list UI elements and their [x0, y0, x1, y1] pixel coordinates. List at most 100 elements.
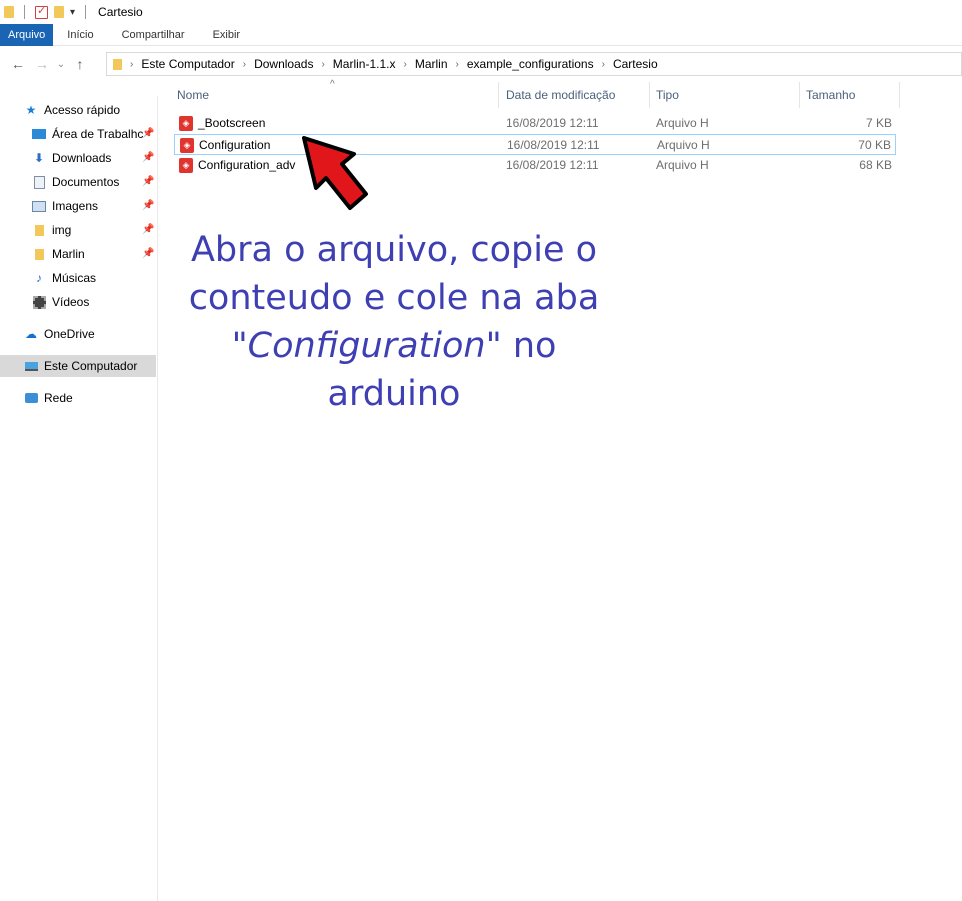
- tab-home[interactable]: Início: [53, 24, 107, 46]
- column-header-name[interactable]: Nome: [171, 82, 499, 108]
- window-title: Cartesio: [98, 5, 143, 19]
- file-name: Configuration: [199, 138, 271, 152]
- breadcrumb-cartesio[interactable]: Cartesio: [613, 57, 658, 71]
- sidebar-item-label: Vídeos: [52, 295, 90, 309]
- instruction-annotation: Abra o arquivo, copie o conteudo e cole …: [164, 226, 624, 418]
- sidebar-item-desktop[interactable]: Área de Trabalhc: [32, 123, 143, 145]
- music-icon: ♪: [36, 271, 42, 285]
- file-size: 7 KB: [865, 116, 892, 130]
- file-row[interactable]: ◈ Configuration 16/08/2019 12:11 Arquivo…: [174, 134, 896, 155]
- separator: [85, 5, 87, 19]
- header-file-icon: ◈: [180, 138, 194, 153]
- breadcrumb-marlin[interactable]: Marlin: [415, 57, 448, 71]
- sidebar-item-img[interactable]: img: [32, 219, 71, 241]
- file-row[interactable]: ◈ Configuration_adv 16/08/2019 12:11 Arq…: [174, 155, 896, 176]
- sidebar-item-label: Músicas: [52, 271, 97, 285]
- tab-share[interactable]: Compartilhar: [108, 24, 199, 46]
- breadcrumb-marlin-1-1-x[interactable]: Marlin-1.1.x: [333, 57, 396, 71]
- sidebar-item-label: Área de Trabalhc: [52, 127, 144, 141]
- pin-icon: 📌: [142, 224, 155, 235]
- sidebar-item-label: Rede: [44, 391, 73, 405]
- annotation-line-2: conteudo e cole na aba: [188, 278, 600, 318]
- sidebar-item-downloads[interactable]: ⬇ Downloads: [32, 147, 111, 169]
- file-date: 16/08/2019 12:11: [506, 158, 599, 172]
- pin-icon: 📌: [142, 176, 155, 187]
- annotation-tab-name: "Configuration": [231, 326, 502, 366]
- folder-icon: [32, 248, 46, 260]
- computer-icon: [24, 360, 38, 372]
- breadcrumb-este-computador[interactable]: Este Computador: [141, 57, 234, 71]
- tab-view[interactable]: Exibir: [199, 24, 255, 46]
- file-row[interactable]: ◈ _Bootscreen 16/08/2019 12:11 Arquivo H…: [174, 113, 896, 134]
- sidebar-item-quick-access[interactable]: ★ Acesso rápido: [24, 99, 120, 121]
- sidebar-item-label: OneDrive: [44, 327, 95, 341]
- file-type: Arquivo H: [656, 116, 709, 130]
- videos-icon: [32, 295, 46, 309]
- breadcrumb-separator-icon[interactable]: ›: [602, 59, 605, 70]
- back-arrow-icon[interactable]: ←: [6, 56, 30, 72]
- header-file-icon: ◈: [179, 116, 193, 131]
- folder-icon: [113, 58, 122, 70]
- breadcrumb-downloads[interactable]: Downloads: [254, 57, 313, 71]
- pin-icon: 📌: [142, 200, 155, 211]
- forward-arrow-icon[interactable]: →: [30, 56, 54, 72]
- header-file-icon: ◈: [179, 158, 193, 173]
- breadcrumb-separator-icon[interactable]: ›: [456, 59, 459, 70]
- file-type: Arquivo H: [656, 158, 709, 172]
- column-headers: ^ Nome Data de modificação Tipo Tamanho: [158, 79, 962, 108]
- sidebar-item-videos[interactable]: Vídeos: [32, 291, 89, 313]
- recent-locations-chevron-icon[interactable]: ⌄: [54, 59, 68, 70]
- sidebar-item-documents[interactable]: Documentos: [32, 171, 119, 193]
- cloud-icon: ☁: [25, 327, 37, 341]
- sidebar-item-this-pc[interactable]: Este Computador: [0, 355, 156, 377]
- column-header-size[interactable]: Tamanho: [800, 82, 900, 108]
- sidebar-item-label: Este Computador: [44, 359, 138, 373]
- annotation-line-3: "Configuration" no arduino: [164, 322, 624, 418]
- sidebar-item-music[interactable]: ♪ Músicas: [32, 267, 96, 289]
- file-size: 70 KB: [858, 138, 891, 152]
- sidebar-item-label: Downloads: [52, 151, 112, 165]
- folder-icon: [4, 6, 14, 18]
- sidebar-item-label: img: [52, 223, 72, 237]
- annotation-line-1: Abra o arquivo, copie o: [190, 230, 598, 270]
- breadcrumb-separator-icon[interactable]: ›: [403, 59, 406, 70]
- address-bar[interactable]: › Este Computador › Downloads › Marlin-1…: [106, 52, 962, 76]
- breadcrumb-separator-icon[interactable]: ›: [243, 59, 246, 70]
- file-name: Configuration_adv: [198, 158, 296, 172]
- file-type: Arquivo H: [657, 138, 710, 152]
- pin-icon: 📌: [142, 128, 155, 139]
- column-header-date[interactable]: Data de modificação: [500, 82, 650, 108]
- sidebar-item-network[interactable]: Rede: [24, 387, 73, 409]
- navigation-bar: ← → ⌄ ↑ › Este Computador › Downloads › …: [0, 50, 962, 78]
- pin-icon: 📌: [142, 248, 155, 259]
- desktop-icon: [32, 128, 46, 140]
- customize-toolbar-icon[interactable]: ▾: [70, 7, 75, 18]
- breadcrumb-separator-icon[interactable]: ›: [130, 59, 133, 70]
- up-arrow-icon[interactable]: ↑: [68, 56, 92, 72]
- title-bar: ▾ Cartesio: [0, 0, 962, 24]
- column-header-type[interactable]: Tipo: [650, 82, 800, 108]
- sidebar-item-label: Imagens: [52, 199, 99, 213]
- tab-file[interactable]: Arquivo: [0, 24, 54, 46]
- file-date: 16/08/2019 12:11: [506, 116, 599, 130]
- pictures-icon: [32, 200, 46, 212]
- sidebar-item-label: Acesso rápido: [44, 103, 121, 117]
- sidebar-item-pictures[interactable]: Imagens: [32, 195, 98, 217]
- breadcrumb-separator-icon[interactable]: ›: [321, 59, 324, 70]
- sidebar-item-onedrive[interactable]: ☁ OneDrive: [24, 323, 95, 345]
- network-icon: [24, 392, 38, 404]
- new-folder-icon[interactable]: [54, 6, 64, 18]
- sidebar-item-label: Documentos: [52, 175, 120, 189]
- ribbon-tabs: Arquivo Início Compartilhar Exibir: [0, 24, 962, 46]
- file-date: 16/08/2019 12:11: [507, 138, 600, 152]
- sidebar-item-marlin[interactable]: Marlin: [32, 243, 85, 265]
- documents-icon: [32, 175, 46, 189]
- red-arrow-icon: [302, 136, 368, 210]
- properties-icon[interactable]: [35, 4, 48, 19]
- download-icon: ⬇: [33, 151, 45, 165]
- separator: [24, 5, 25, 19]
- breadcrumb-example-configurations[interactable]: example_configurations: [467, 57, 594, 71]
- navigation-pane: ★ Acesso rápido Área de Trabalhc 📌 ⬇ Dow…: [0, 96, 158, 901]
- star-icon: ★: [25, 103, 37, 117]
- pin-icon: 📌: [142, 152, 155, 163]
